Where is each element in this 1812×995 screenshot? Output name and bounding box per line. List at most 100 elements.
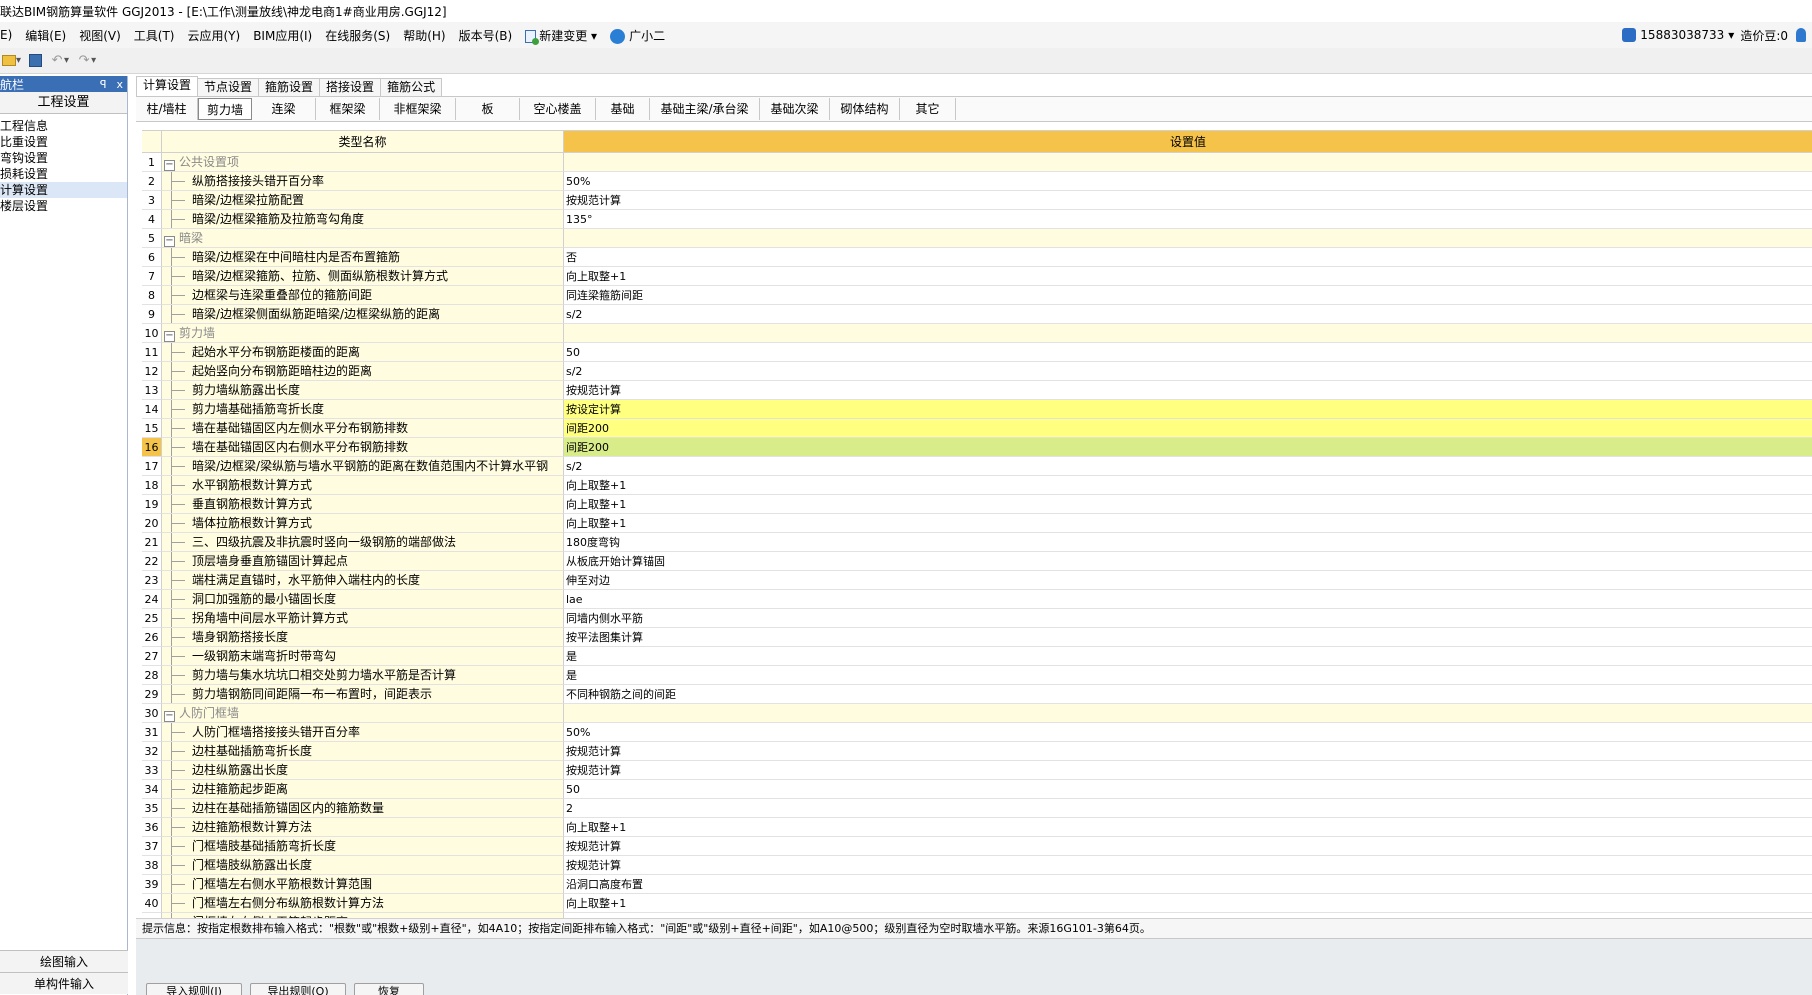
menu-item-bim[interactable]: BIM应用(I) xyxy=(253,27,319,44)
tab-foundation-main-beam[interactable]: 基础主梁/承台梁 xyxy=(650,98,760,120)
table-row[interactable]: 28 剪力墙与集水坑坑口相交处剪力墙水平筋是否计算 是 xyxy=(142,666,1812,685)
table-row[interactable]: 14 剪力墙基础插筋弯折长度 按设定计算 xyxy=(142,400,1812,419)
row-value[interactable]: 2 xyxy=(564,799,1812,818)
row-value[interactable]: 同连梁箍筋间距 xyxy=(564,286,1812,305)
bulb-icon[interactable] xyxy=(1796,28,1806,42)
table-row[interactable]: 3 暗梁/边框梁拉筋配置 按规范计算 xyxy=(142,191,1812,210)
table-row[interactable]: 35 边柱在基础插筋锚固区内的箍筋数量 2 xyxy=(142,799,1812,818)
row-value[interactable]: 伸至对边 xyxy=(564,571,1812,590)
row-value[interactable]: 按设定计算 xyxy=(564,400,1812,419)
table-row[interactable]: 11 起始水平分布钢筋距楼面的距离 50 xyxy=(142,343,1812,362)
table-row[interactable]: 8 边框梁与连梁重叠部位的箍筋间距 同连梁箍筋间距 xyxy=(142,286,1812,305)
row-value[interactable]: s/2 xyxy=(564,305,1812,324)
tab-calc-settings[interactable]: 计算设置 xyxy=(136,76,199,96)
row-value[interactable] xyxy=(564,229,1812,248)
row-value[interactable]: 向上取整+1 xyxy=(564,514,1812,533)
nav-item-project-info[interactable]: 工程信息 xyxy=(0,118,127,134)
restore-button[interactable]: 恢复 xyxy=(354,983,424,995)
table-group-row[interactable]: 30− 人防门框墙 xyxy=(142,704,1812,723)
table-row[interactable]: 32 边柱基础插筋弯折长度 按规范计算 xyxy=(142,742,1812,761)
table-row[interactable]: 19 垂直钢筋根数计算方式 向上取整+1 xyxy=(142,495,1812,514)
table-row[interactable]: 36 边柱箍筋根数计算方法 向上取整+1 xyxy=(142,818,1812,837)
nav-item-floor[interactable]: 楼层设置 xyxy=(0,198,127,214)
row-value[interactable] xyxy=(564,704,1812,723)
table-row[interactable]: 38 门框墙肢纵筋露出长度 按规范计算 xyxy=(142,856,1812,875)
row-value[interactable] xyxy=(564,153,1812,172)
table-row[interactable]: 4 暗梁/边框梁箍筋及拉筋弯勾角度 135° xyxy=(142,210,1812,229)
table-row[interactable]: 24 洞口加强筋的最小锚固长度 lae xyxy=(142,590,1812,609)
row-value[interactable]: 是 xyxy=(564,666,1812,685)
row-value[interactable]: 50% xyxy=(564,172,1812,191)
row-value[interactable]: lae xyxy=(564,590,1812,609)
tab-foundation[interactable]: 基础 xyxy=(596,98,650,120)
row-value[interactable]: 按规范计算 xyxy=(564,742,1812,761)
menu-item-tools[interactable]: 工具(T) xyxy=(134,27,182,44)
tab-foundation-secondary-beam[interactable]: 基础次梁 xyxy=(760,98,830,120)
collapse-icon[interactable]: − xyxy=(164,160,175,171)
row-value[interactable]: 向上取整+1 xyxy=(564,476,1812,495)
row-value[interactable]: 50 xyxy=(564,780,1812,799)
row-value[interactable]: 向上取整+1 xyxy=(564,495,1812,514)
table-row[interactable]: 22 顶层墙身垂直筋锚固计算起点 从板底开始计算锚固 xyxy=(142,552,1812,571)
menu-item-view[interactable]: 视图(V) xyxy=(79,27,128,44)
row-value[interactable]: 180度弯钩 xyxy=(564,533,1812,552)
open-button[interactable]: ▾ xyxy=(0,51,23,71)
nav-section-project-settings[interactable]: 工程设置 xyxy=(0,92,127,114)
nav-item-hook[interactable]: 弯钩设置 xyxy=(0,150,127,166)
table-row[interactable]: 7 暗梁/边框梁箍筋、拉筋、侧面纵筋根数计算方式 向上取整+1 xyxy=(142,267,1812,286)
nav-drawing-input[interactable]: 绘图输入 xyxy=(0,950,128,972)
tab-column[interactable]: 柱/墙柱 xyxy=(136,98,198,120)
row-value[interactable]: 不同种钢筋之间的间距 xyxy=(564,685,1812,704)
table-group-row[interactable]: 1− 公共设置项 xyxy=(142,153,1812,172)
table-row[interactable]: 34 边柱箍筋起步距离 50 xyxy=(142,780,1812,799)
table-row[interactable]: 27 一级钢筋末端弯折时带弯勾 是 xyxy=(142,647,1812,666)
table-row[interactable]: 13 剪力墙纵筋露出长度 按规范计算 xyxy=(142,381,1812,400)
table-row[interactable]: 39 门框墙左右侧水平筋根数计算范围 沿洞口高度布置 xyxy=(142,875,1812,894)
menu-item-online[interactable]: 在线服务(S) xyxy=(325,27,397,44)
tab-non-frame-beam[interactable]: 非框架梁 xyxy=(380,98,456,120)
row-value[interactable]: 是 xyxy=(564,647,1812,666)
table-group-row[interactable]: 10− 剪力墙 xyxy=(142,324,1812,343)
collapse-icon[interactable]: − xyxy=(164,331,175,342)
export-rules-button[interactable]: 导出规则(O) xyxy=(250,983,346,995)
table-row[interactable]: 17 暗梁/边框梁/梁纵筋与墙水平钢筋的距离在数值范围内不计算水平钢 s/2 xyxy=(142,457,1812,476)
row-value[interactable]: 向上取整+1 xyxy=(564,894,1812,913)
row-value[interactable]: s/2 xyxy=(564,457,1812,476)
table-row[interactable]: 18 水平钢筋根数计算方式 向上取整+1 xyxy=(142,476,1812,495)
table-row[interactable]: 25 拐角墙中间层水平筋计算方式 同墙内侧水平筋 xyxy=(142,609,1812,628)
menu-item-help[interactable]: 帮助(H) xyxy=(403,27,452,44)
row-value[interactable]: 按规范计算 xyxy=(564,381,1812,400)
collapse-icon[interactable]: − xyxy=(164,711,175,722)
save-button[interactable] xyxy=(27,51,44,71)
row-value[interactable]: 否 xyxy=(564,248,1812,267)
table-row[interactable]: 15 墙在基础锚固区内左侧水平分布钢筋排数 间距200 xyxy=(142,419,1812,438)
table-row[interactable]: 21 三、四级抗震及非抗震时竖向一级钢筋的端部做法 180度弯钩 xyxy=(142,533,1812,552)
row-value[interactable] xyxy=(564,324,1812,343)
tab-shear-wall[interactable]: 剪力墙 xyxy=(198,98,252,120)
tab-lap-settings[interactable]: 搭接设置 xyxy=(319,78,382,96)
row-value[interactable]: 50% xyxy=(564,723,1812,742)
table-row[interactable]: 20 墙体拉筋根数计算方式 向上取整+1 xyxy=(142,514,1812,533)
table-row[interactable]: 37 门框墙肢基础插筋弯折长度 按规范计算 xyxy=(142,837,1812,856)
row-value[interactable]: 按规范计算 xyxy=(564,191,1812,210)
row-value[interactable]: 沿洞口高度布置 xyxy=(564,875,1812,894)
new-change-button[interactable]: 新建变更 ▾ xyxy=(525,27,604,45)
tab-node-settings[interactable]: 节点设置 xyxy=(197,78,260,96)
nav-item-calc[interactable]: 计算设置 xyxy=(0,182,127,198)
assistant-button[interactable]: 广小二 xyxy=(610,27,672,44)
row-value[interactable]: 按平法图集计算 xyxy=(564,628,1812,647)
row-value[interactable]: 向上取整+1 xyxy=(564,267,1812,286)
tab-stirrup-settings[interactable]: 箍筋设置 xyxy=(258,78,321,96)
row-value[interactable]: 同墙内侧水平筋 xyxy=(564,609,1812,628)
tab-hollow-floor[interactable]: 空心楼盖 xyxy=(520,98,596,120)
row-value[interactable]: s/2 xyxy=(564,362,1812,381)
tab-frame-beam[interactable]: 框架梁 xyxy=(316,98,380,120)
row-value[interactable]: 按规范计算 xyxy=(564,837,1812,856)
row-value[interactable]: 从板底开始计算锚固 xyxy=(564,552,1812,571)
undo-button[interactable]: ↶ ▾ xyxy=(48,51,71,71)
tab-slab[interactable]: 板 xyxy=(456,98,520,120)
table-row[interactable]: 2 纵筋搭接接头错开百分率 50% xyxy=(142,172,1812,191)
row-value[interactable]: 间距200 xyxy=(564,419,1812,438)
nav-item-density[interactable]: 比重设置 xyxy=(0,134,127,150)
pin-icon[interactable]: ꟼ xyxy=(100,78,107,91)
